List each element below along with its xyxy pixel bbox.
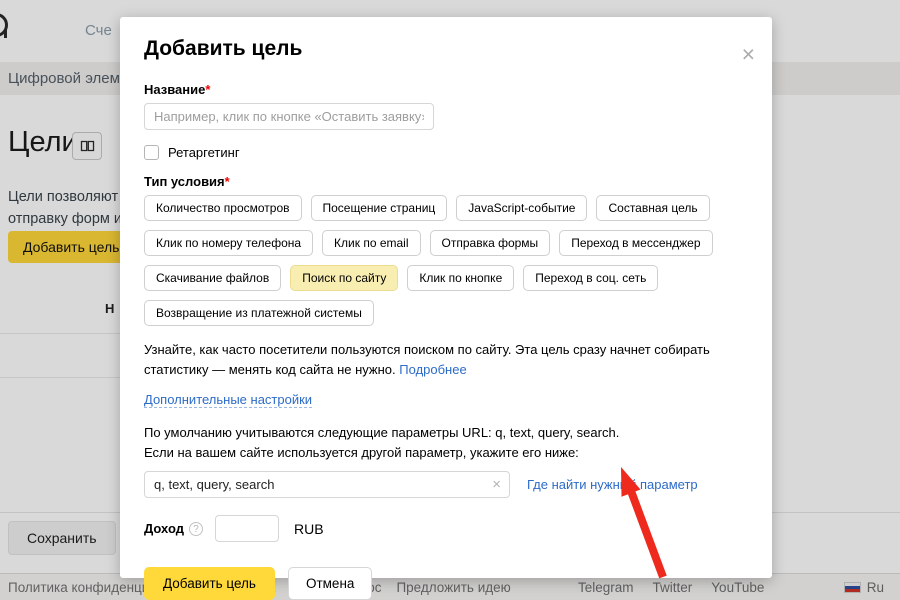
- condition-payment-return-button[interactable]: Возвращение из платежной системы: [144, 300, 374, 326]
- currency-label: RUB: [294, 521, 324, 537]
- params-description-line2: Если на вашем сайте используется другой …: [144, 443, 748, 463]
- page: Сче Цифровой элеме Цели Цели позволяют о…: [0, 0, 900, 600]
- add-goal-dialog: × Добавить цель Название* Ретаргетинг Ти…: [120, 17, 772, 578]
- condition-js-event-button[interactable]: JavaScript-событие: [456, 195, 587, 221]
- params-description-line1: По умолчанию учитываются следующие парам…: [144, 423, 748, 443]
- condition-button-click-button[interactable]: Клик по кнопке: [407, 265, 514, 291]
- name-field-label: Название*: [144, 82, 748, 97]
- params-description: По умолчанию учитываются следующие парам…: [144, 423, 748, 462]
- revenue-input[interactable]: [215, 515, 279, 542]
- find-param-link[interactable]: Где найти нужный параметр: [527, 477, 698, 492]
- revenue-label: Доход: [144, 521, 184, 536]
- retargeting-option[interactable]: Ретаргетинг: [144, 145, 748, 160]
- learn-more-link[interactable]: Подробнее: [399, 362, 466, 377]
- condition-info-text: Узнайте, как часто посетители пользуются…: [144, 340, 744, 379]
- help-question-icon[interactable]: ?: [189, 522, 203, 536]
- retargeting-checkbox[interactable]: [144, 145, 159, 160]
- condition-composite-button[interactable]: Составная цель: [596, 195, 709, 221]
- required-asterisk: *: [205, 82, 210, 97]
- condition-type-buttons: Количество просмотров Посещение страниц …: [144, 195, 748, 326]
- revenue-row: Доход ? RUB: [144, 515, 748, 542]
- condition-type-text: Тип условия: [144, 174, 225, 189]
- retargeting-label: Ретаргетинг: [168, 145, 240, 160]
- condition-pageviews-button[interactable]: Количество просмотров: [144, 195, 302, 221]
- condition-social-button[interactable]: Переход в соц. сеть: [523, 265, 658, 291]
- condition-form-submit-button[interactable]: Отправка формы: [430, 230, 551, 256]
- params-input-wrapper: ×: [144, 471, 510, 498]
- required-asterisk: *: [225, 174, 230, 189]
- condition-messenger-button[interactable]: Переход в мессенджер: [559, 230, 712, 256]
- clear-input-icon[interactable]: ×: [492, 476, 501, 493]
- condition-phone-click-button[interactable]: Клик по номеру телефона: [144, 230, 313, 256]
- goal-name-input[interactable]: [144, 103, 434, 130]
- name-label-text: Название: [144, 82, 205, 97]
- condition-page-visit-button[interactable]: Посещение страниц: [311, 195, 448, 221]
- params-row: × Где найти нужный параметр: [144, 471, 748, 498]
- condition-email-click-button[interactable]: Клик по email: [322, 230, 420, 256]
- submit-add-goal-button[interactable]: Добавить цель: [144, 567, 275, 600]
- condition-type-label: Тип условия*: [144, 174, 748, 189]
- dialog-actions: Добавить цель Отмена: [144, 567, 748, 600]
- condition-site-search-button[interactable]: Поиск по сайту: [290, 265, 398, 291]
- close-icon[interactable]: ×: [742, 43, 755, 66]
- condition-file-download-button[interactable]: Скачивание файлов: [144, 265, 281, 291]
- cancel-button[interactable]: Отмена: [288, 567, 372, 600]
- search-params-input[interactable]: [144, 471, 510, 498]
- advanced-settings-link[interactable]: Дополнительные настройки: [144, 392, 312, 408]
- dialog-title: Добавить цель: [144, 37, 748, 61]
